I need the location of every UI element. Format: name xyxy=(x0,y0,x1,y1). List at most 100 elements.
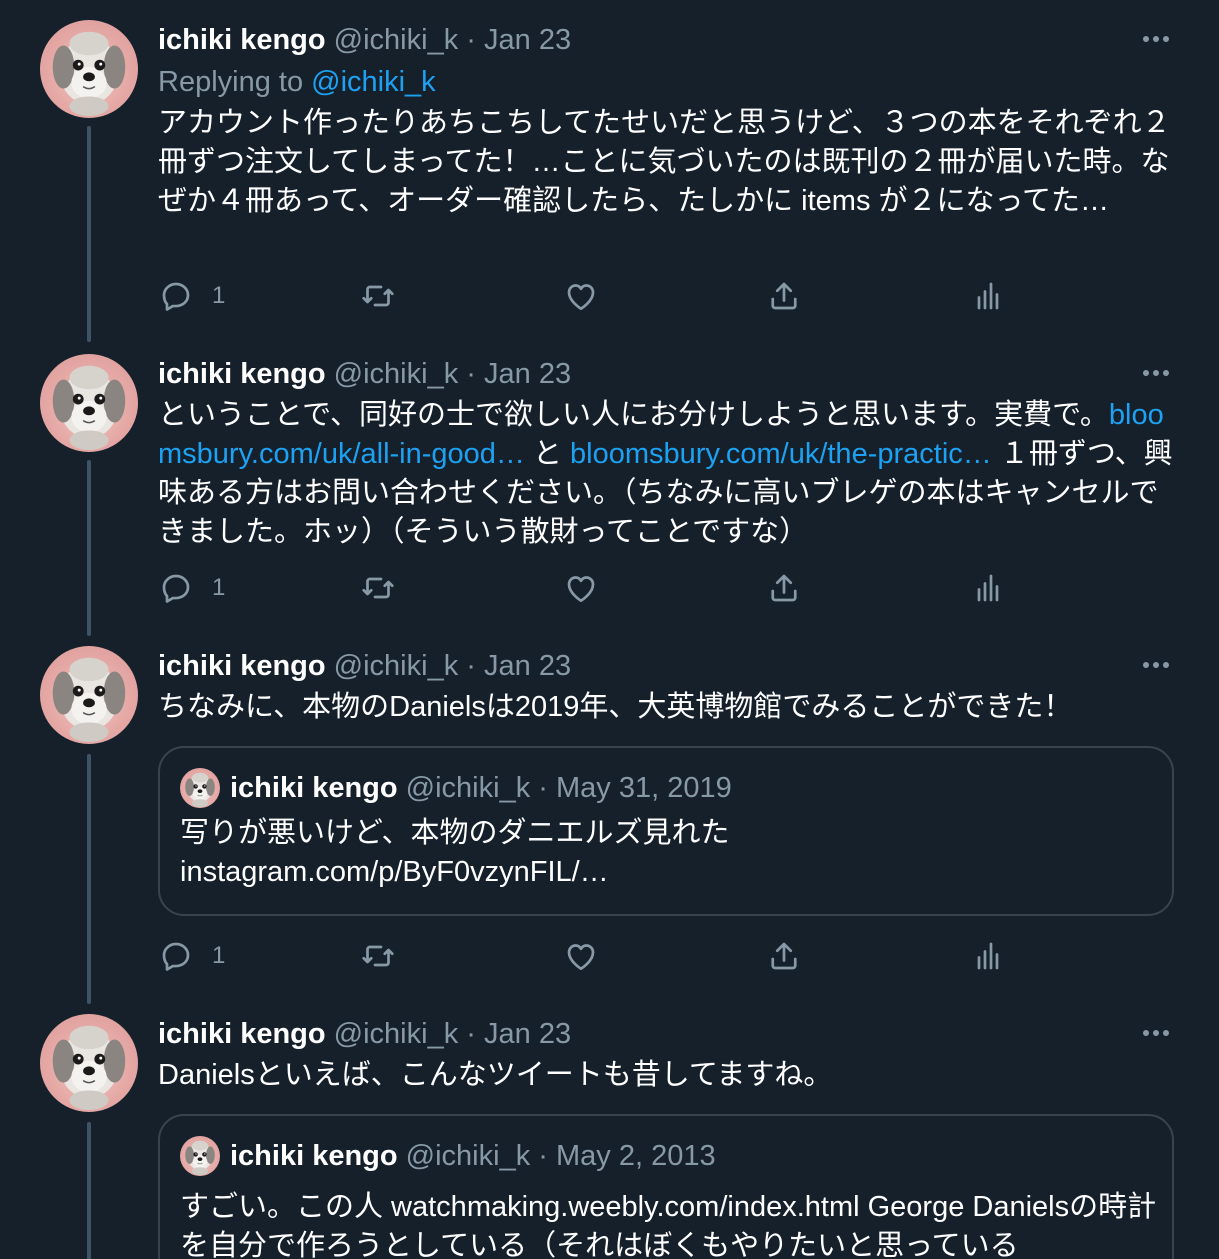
analytics-icon xyxy=(977,574,999,602)
thread-connector-line xyxy=(87,126,91,342)
quoted-date: May 31, 2019 xyxy=(556,772,732,804)
username[interactable]: @ichiki_k xyxy=(334,358,459,390)
reply-button[interactable]: 1 xyxy=(158,568,225,608)
quoted-tweet[interactable]: ichiki kengo @ichiki_k · May 2, 2013 すごい… xyxy=(158,1114,1174,1259)
reply-icon xyxy=(162,574,190,603)
avatar[interactable] xyxy=(40,20,138,118)
avatar[interactable] xyxy=(40,354,138,452)
retweet-button[interactable] xyxy=(360,276,396,316)
quoted-tweet-header: ichiki kengo @ichiki_k · May 2, 2013 xyxy=(230,1138,716,1174)
avatar[interactable] xyxy=(40,1014,138,1112)
more-icon[interactable] xyxy=(1138,358,1174,388)
tweet-actions: 1 xyxy=(158,276,1178,316)
share-button[interactable] xyxy=(766,276,802,316)
avatar-image xyxy=(180,768,220,808)
more-icon[interactable] xyxy=(1138,650,1174,680)
tweet-text: アカウント作ったりあちこちしてたせいだと思うけど、３つの本をそれぞれ２冊ずつ注文… xyxy=(158,107,1171,217)
tweet-text: ということで、同好の士で欲しい人にお分けしようと思います。実費で。 bloomsb… xyxy=(158,396,1178,552)
tweet[interactable]: ichiki kengo @ichiki_k · Jan 23 ちなみに、本物の… xyxy=(0,646,1219,1004)
reply-icon xyxy=(162,282,190,311)
tweet-text: Danielsといえば、こんなツイートも昔してますね。 xyxy=(158,1059,833,1091)
tweet-text-part: ということで、同好の士で欲しい人にお分けしようと思います。実費で。 xyxy=(158,399,1109,431)
quoted-tweet-header: ichiki kengo @ichiki_k · May 31, 2019 xyxy=(230,770,732,806)
retweet-icon xyxy=(362,285,394,307)
tweet-header: ichiki kengo @ichiki_k · Jan 23 xyxy=(158,356,571,392)
more-icon[interactable] xyxy=(1138,1018,1174,1048)
separator: · xyxy=(466,24,476,56)
tweet-date[interactable]: Jan 23 xyxy=(484,24,571,56)
tweet-date[interactable]: Jan 23 xyxy=(484,650,571,682)
display-name[interactable]: ichiki kengo xyxy=(158,1018,326,1050)
avatar-image xyxy=(180,1136,220,1176)
reply-button[interactable]: 1 xyxy=(158,276,225,316)
tweet[interactable]: ichiki kengo @ichiki_k · Jan 23 Replying… xyxy=(0,20,1219,342)
tweet-date[interactable]: Jan 23 xyxy=(484,1018,571,1050)
retweet-button[interactable] xyxy=(360,568,396,608)
username[interactable]: @ichiki_k xyxy=(334,650,459,682)
reply-count: 1 xyxy=(212,574,226,601)
reply-icon xyxy=(162,942,190,971)
avatar-image xyxy=(40,354,138,452)
quoted-tweet[interactable]: ichiki kengo @ichiki_k · May 31, 2019 写り… xyxy=(158,746,1174,916)
quoted-tweet-text: すごい。この人 watchmaking.weebly.com/index.htm… xyxy=(180,1191,1157,1259)
thread-connector-line xyxy=(87,1122,91,1259)
analytics-button[interactable] xyxy=(970,936,1006,976)
display-name[interactable]: ichiki kengo xyxy=(158,650,326,682)
share-icon xyxy=(771,942,797,970)
quoted-username: @ichiki_k xyxy=(405,772,531,804)
separator: · xyxy=(538,772,548,804)
separator: · xyxy=(466,1018,476,1050)
retweet-button[interactable] xyxy=(360,936,396,976)
quoted-tweet-text: 写りが悪いけど、本物のダニエルズ見れた instagram.com/p/ByF0… xyxy=(180,817,730,888)
like-button[interactable] xyxy=(563,568,599,608)
thread-connector-line xyxy=(87,754,91,1004)
analytics-button[interactable] xyxy=(970,276,1006,316)
tweet-text: ちなみに、本物のDanielsは2019年、大英博物館でみることができた！ xyxy=(158,691,1073,723)
replying-to-handle[interactable]: @ichiki_k xyxy=(311,66,436,98)
retweet-icon xyxy=(362,945,394,967)
reply-count: 1 xyxy=(212,282,226,309)
tweet-header: ichiki kengo @ichiki_k · Jan 23 xyxy=(158,648,571,684)
avatar[interactable] xyxy=(40,646,138,744)
tweet[interactable]: ichiki kengo @ichiki_k · Jan 23 Danielsと… xyxy=(0,1014,1219,1259)
like-icon xyxy=(567,284,595,311)
tweet-actions: 1 xyxy=(158,936,1178,976)
tweet-actions: 1 xyxy=(158,568,1178,608)
tweet-link[interactable]: bloomsbury.com/uk/the-practic… xyxy=(570,438,992,470)
replying-to-label: Replying to xyxy=(158,66,312,98)
display-name[interactable]: ichiki kengo xyxy=(158,24,326,56)
tweet-header: ichiki kengo @ichiki_k · Jan 23 xyxy=(158,22,571,58)
tweet-date[interactable]: Jan 23 xyxy=(484,358,571,390)
analytics-icon xyxy=(977,282,999,310)
tweet[interactable]: ichiki kengo @ichiki_k · Jan 23 ということで、同… xyxy=(0,354,1219,636)
avatar-image xyxy=(40,646,138,744)
like-button[interactable] xyxy=(563,276,599,316)
display-name[interactable]: ichiki kengo xyxy=(158,358,326,390)
reply-button[interactable]: 1 xyxy=(158,936,225,976)
avatar-image xyxy=(40,1014,138,1112)
like-button[interactable] xyxy=(563,936,599,976)
quoted-display-name: ichiki kengo xyxy=(230,1140,398,1172)
username[interactable]: @ichiki_k xyxy=(334,1018,459,1050)
quoted-username: @ichiki_k xyxy=(405,1140,531,1172)
tweet-header: ichiki kengo @ichiki_k · Jan 23 xyxy=(158,1016,571,1052)
quoted-avatar xyxy=(180,768,220,808)
replying-to: Replying to @ichiki_k xyxy=(158,64,436,100)
like-icon xyxy=(567,576,595,603)
tweet-text-part: と xyxy=(524,438,571,470)
retweet-icon xyxy=(362,577,394,599)
username[interactable]: @ichiki_k xyxy=(334,24,459,56)
avatar-image xyxy=(40,20,138,118)
quoted-date: May 2, 2013 xyxy=(556,1140,716,1172)
separator: · xyxy=(466,650,476,682)
analytics-button[interactable] xyxy=(970,568,1006,608)
more-icon[interactable] xyxy=(1138,24,1174,54)
thread-connector-line xyxy=(87,460,91,636)
share-button[interactable] xyxy=(766,936,802,976)
share-icon xyxy=(771,574,797,602)
analytics-icon xyxy=(977,942,999,970)
quoted-display-name: ichiki kengo xyxy=(230,772,398,804)
share-button[interactable] xyxy=(766,568,802,608)
quoted-avatar xyxy=(180,1136,220,1176)
like-icon xyxy=(567,944,595,971)
